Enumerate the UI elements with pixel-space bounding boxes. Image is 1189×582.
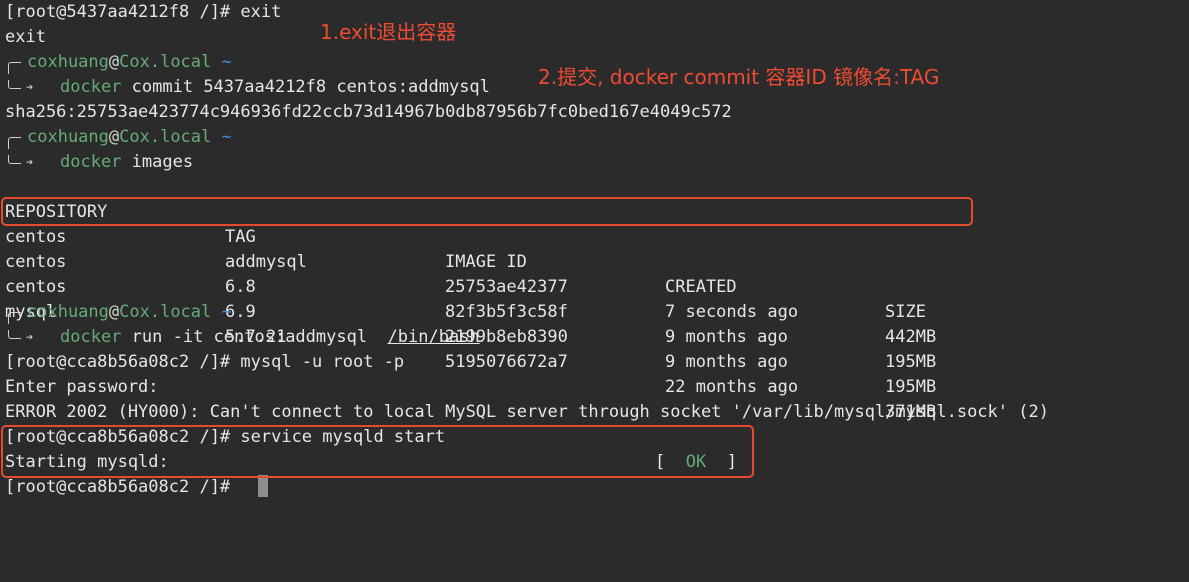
prompt-user: coxhuang	[27, 52, 109, 72]
terminal-output: sha256:25753ae423774c946936fd22ccb73d149…	[5, 102, 732, 122]
prompt-tilde: ~	[221, 302, 232, 322]
highlight-box	[1, 197, 973, 226]
annotation-commit: 2.提交, docker commit 容器ID 镜像名:TAG	[538, 65, 940, 89]
prompt-branch-icon	[8, 80, 21, 89]
table-cell: 9 months ago	[665, 327, 788, 347]
prompt-line: coxhuang@Cox.local ~	[27, 300, 232, 325]
terminal-output: Enter password:	[5, 377, 159, 397]
terminal-prompt[interactable]: [root@cca8b56a08c2 /]#	[5, 475, 240, 500]
command-path: /bin/bash	[387, 327, 480, 347]
prompt-tilde: ~	[221, 52, 232, 72]
terminal-output: exit	[5, 27, 46, 47]
annotation-exit: 1.exit退出容器	[320, 20, 457, 44]
table-cell: 7 seconds ago	[665, 302, 799, 322]
table-cell: 22 months ago	[665, 377, 799, 397]
prompt-line: coxhuang@Cox.local ~	[27, 125, 232, 150]
table-row: mysql 5.7.21 5195076672a7 22 months ago …	[5, 275, 1155, 422]
arrow-icon: ➔	[26, 80, 34, 94]
command-name: docker	[60, 327, 122, 347]
prompt-at: @	[108, 302, 120, 322]
prompt-tilde: ~	[221, 127, 232, 147]
prompt-branch-icon	[8, 330, 21, 339]
arrow-icon: ➔	[26, 155, 34, 169]
command-name: docker	[60, 152, 122, 172]
prompt-branch-icon	[8, 137, 21, 149]
prompt-user: coxhuang	[27, 127, 109, 147]
command-name: docker	[60, 77, 122, 97]
highlight-box	[1, 425, 754, 478]
prompt-at: @	[108, 127, 120, 147]
prompt-branch-icon	[8, 312, 21, 324]
column-header: SIZE	[885, 302, 926, 322]
table-cell: 5195076672a7	[445, 352, 568, 372]
table-cell: 442MB	[885, 327, 937, 347]
prompt-at: @	[108, 52, 120, 72]
prompt-host: Cox.local	[119, 52, 212, 72]
command-args: images	[131, 152, 194, 172]
command-args: run -it centos:addmysql	[131, 327, 388, 347]
command-line: docker images	[60, 150, 193, 175]
table-cell: 9 months ago	[665, 352, 788, 372]
table-cell: 195MB	[885, 377, 937, 397]
terminal-cursor	[258, 475, 268, 497]
prompt-host: Cox.local	[119, 127, 212, 147]
table-cell: 195MB	[885, 352, 937, 372]
terminal-line: [root@cca8b56a08c2 /]# mysql -u root -p	[5, 352, 405, 372]
prompt-line: coxhuang@Cox.local ~	[27, 50, 232, 75]
table-row: centos 6.9 2199b8eb8390 9 months ago 195…	[5, 250, 1155, 397]
table-row: centos 6.8 82f3b5f3c58f 9 months ago 195…	[5, 225, 1155, 372]
prompt-branch-icon	[8, 62, 21, 74]
arrow-icon: ➔	[26, 330, 34, 344]
prompt-user: coxhuang	[27, 302, 109, 322]
error-message: ERROR 2002 (HY000): Can't connect to loc…	[5, 402, 1049, 422]
command-line: docker commit 5437aa4212f8 centos:addmys…	[60, 75, 490, 100]
prompt-host: Cox.local	[119, 302, 212, 322]
command-args: commit 5437aa4212f8 centos:addmysql	[131, 77, 490, 97]
table-cell: 82f3b5f3c58f	[445, 302, 568, 322]
terminal-line: [root@5437aa4212f8 /]# exit	[5, 2, 282, 22]
command-line: docker run -it centos:addmysql /bin/bash	[60, 325, 480, 350]
prompt-branch-icon	[8, 155, 21, 164]
